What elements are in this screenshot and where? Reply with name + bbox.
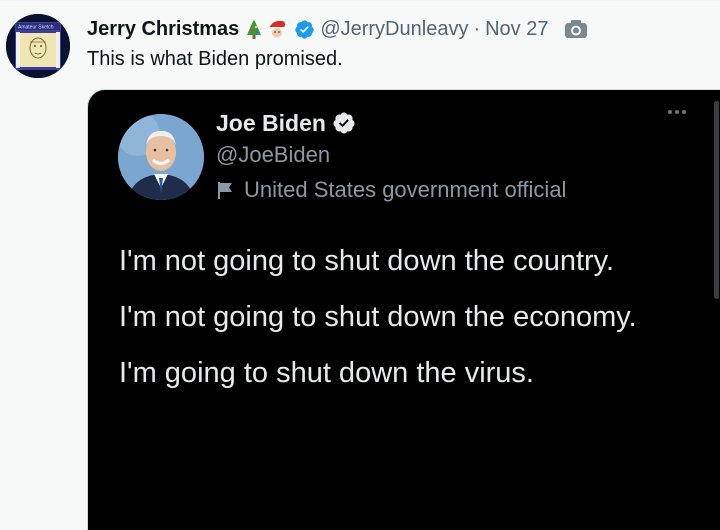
christmas-tree-icon [245,18,263,40]
quoted-line-1: I'm not going to shut down the country. [119,245,615,277]
government-label: United States government official [216,176,566,204]
quoted-author-handle: @JoeBiden [216,142,331,167]
author-name[interactable]: Jerry Christmas [87,16,239,42]
quoted-tweet-image[interactable]: Joe Biden @JoeBiden United States govern… [87,89,720,530]
flag-icon [216,180,234,200]
quoted-author-name: Joe Biden [216,110,326,136]
svg-text:Amateur Sketch: Amateur Sketch [18,25,54,31]
tweet: Amateur Sketch Jerry Christmas @JerryDun… [0,0,720,530]
santa-icon [266,18,290,40]
verified-badge-icon [294,19,315,40]
quoted-line-2: I'm not going to shut down the economy. [119,301,637,333]
quoted-tweet-text: I'm not going to shut down the country. … [119,238,639,406]
tweet-text: This is what Biden promised. [87,48,343,70]
tweet-date[interactable]: Nov 27 [485,16,548,42]
more-options-icon [668,110,686,114]
quoted-line-3: I'm going to shut down the virus. [119,357,534,389]
separator-dot: · [473,18,481,40]
quoted-author-avatar [118,114,204,200]
government-label-text: United States government official [244,177,567,202]
quoted-header: Joe Biden [216,108,356,138]
scrollbar-thumb[interactable] [714,101,719,299]
author-avatar[interactable]: Amateur Sketch [6,14,70,78]
author-handle[interactable]: @JerryDunleavy [320,16,468,42]
camera-icon [564,19,588,39]
tweet-header: Jerry Christmas @JerryDunleavy · Nov 27 [87,16,588,42]
verified-badge-icon [332,111,356,135]
